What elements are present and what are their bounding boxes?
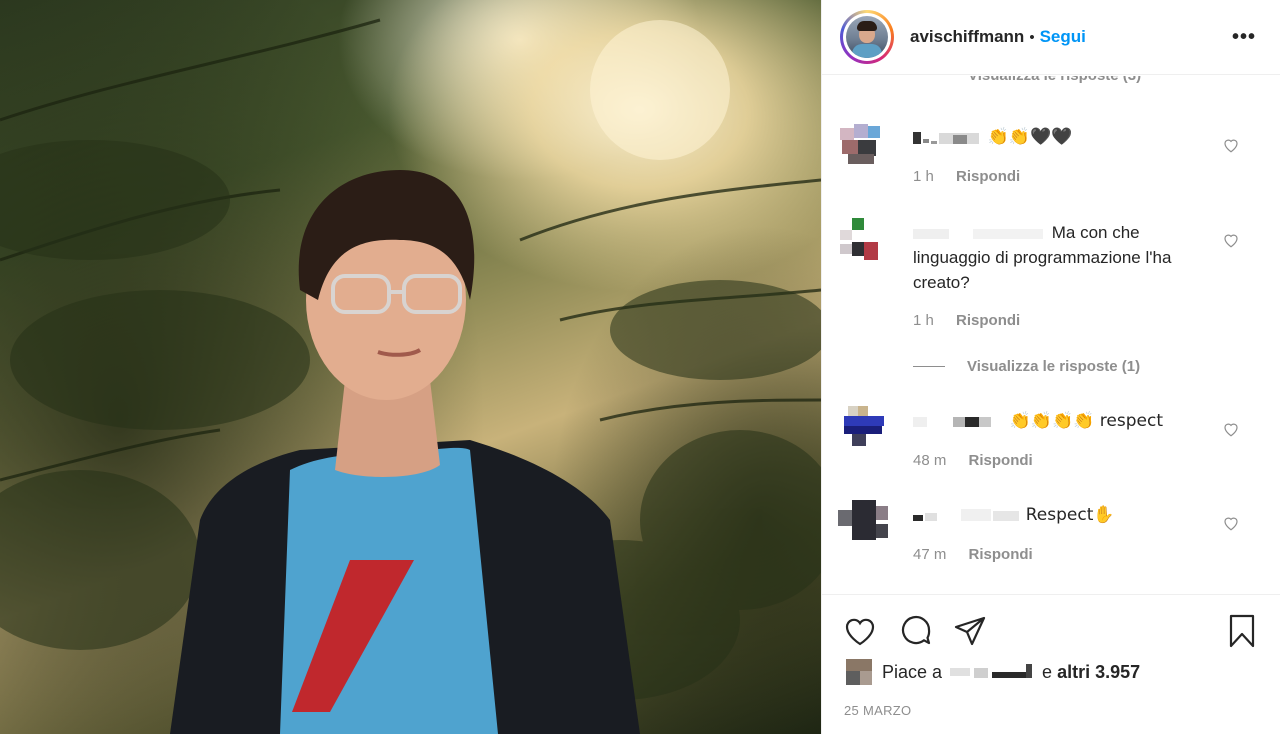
commenter-avatar[interactable] xyxy=(838,500,890,544)
comment-like-heart-icon[interactable] xyxy=(1222,514,1240,532)
comment-time: 47 m xyxy=(913,546,947,563)
likes-prefix: Piace a xyxy=(882,661,943,682)
comment-text: Respect✋ xyxy=(1025,505,1115,525)
photo-illustration xyxy=(0,18,821,734)
view-replies-label: Visualizza le risposte (1) xyxy=(967,358,1141,375)
author-username[interactable]: avischiffmann xyxy=(910,27,1024,47)
bookmark-icon[interactable] xyxy=(1224,613,1260,649)
instagram-post-viewer: avischiffmann • Segui ••• Visualizza le … xyxy=(0,0,1280,734)
liker-avatar[interactable] xyxy=(846,659,872,685)
liker-username-redacted[interactable] xyxy=(946,664,1038,680)
reply-button[interactable]: Rispondi xyxy=(956,312,1020,329)
commenter-avatar[interactable] xyxy=(838,124,890,168)
comment-like-heart-icon[interactable] xyxy=(1222,136,1240,154)
comment-meta: 1 h Rispondi xyxy=(913,168,1020,185)
view-replies-link-partial[interactable]: Visualizza le risposte (3) xyxy=(968,76,1141,84)
comment-icon[interactable] xyxy=(898,613,934,649)
comment-time: 48 m xyxy=(913,452,947,469)
commenter-username-redacted[interactable] xyxy=(913,131,983,145)
comment-like-heart-icon[interactable] xyxy=(1222,231,1240,249)
commenter-avatar[interactable] xyxy=(838,406,890,450)
comment-time: 1 h xyxy=(913,168,934,185)
commenter-username-redacted[interactable] xyxy=(913,227,1047,241)
comment-text: 👏👏👏👏 respect xyxy=(1009,411,1163,431)
replies-divider xyxy=(913,366,945,367)
comment-meta: 1 h Rispondi xyxy=(913,312,1020,329)
author-avatar[interactable] xyxy=(840,10,894,64)
likes-conjunction: e xyxy=(1042,661,1053,682)
reply-button[interactable]: Rispondi xyxy=(956,168,1020,185)
reply-button[interactable]: Rispondi xyxy=(969,546,1033,563)
likes-summary[interactable]: Piace a e altri 3.957 xyxy=(846,659,1140,685)
view-replies-button[interactable]: Visualizza le risposte (1) xyxy=(913,358,1140,375)
post-photo xyxy=(0,0,821,734)
post-date[interactable]: 25 MARZO xyxy=(844,703,911,718)
comment-like-heart-icon[interactable] xyxy=(1222,420,1240,438)
commenter-username-redacted[interactable] xyxy=(913,415,1005,429)
comment-time: 1 h xyxy=(913,312,934,329)
comment-meta: 48 m Rispondi xyxy=(913,452,1033,469)
follow-button[interactable]: Segui xyxy=(1040,27,1086,47)
post-side-panel: avischiffmann • Segui ••• Visualizza le … xyxy=(821,0,1280,734)
comment-meta: 47 m Rispondi xyxy=(913,546,1033,563)
separator-dot: • xyxy=(1029,28,1035,46)
more-options-icon[interactable]: ••• xyxy=(1232,26,1256,49)
comments-list[interactable]: Visualizza le risposte (3) xyxy=(822,76,1280,594)
send-icon[interactable] xyxy=(952,613,988,649)
post-header: avischiffmann • Segui ••• xyxy=(822,0,1280,75)
heart-icon[interactable] xyxy=(842,613,878,649)
likes-count[interactable]: altri 3.957 xyxy=(1057,662,1140,683)
commenter-username-redacted[interactable] xyxy=(913,508,1021,523)
comment-text: 👏👏🖤🖤 xyxy=(987,127,1073,147)
post-actions: Piace a e altri 3.957 25 MARZO xyxy=(822,594,1280,734)
reply-button[interactable]: Rispondi xyxy=(969,452,1033,469)
commenter-avatar[interactable] xyxy=(838,218,890,262)
